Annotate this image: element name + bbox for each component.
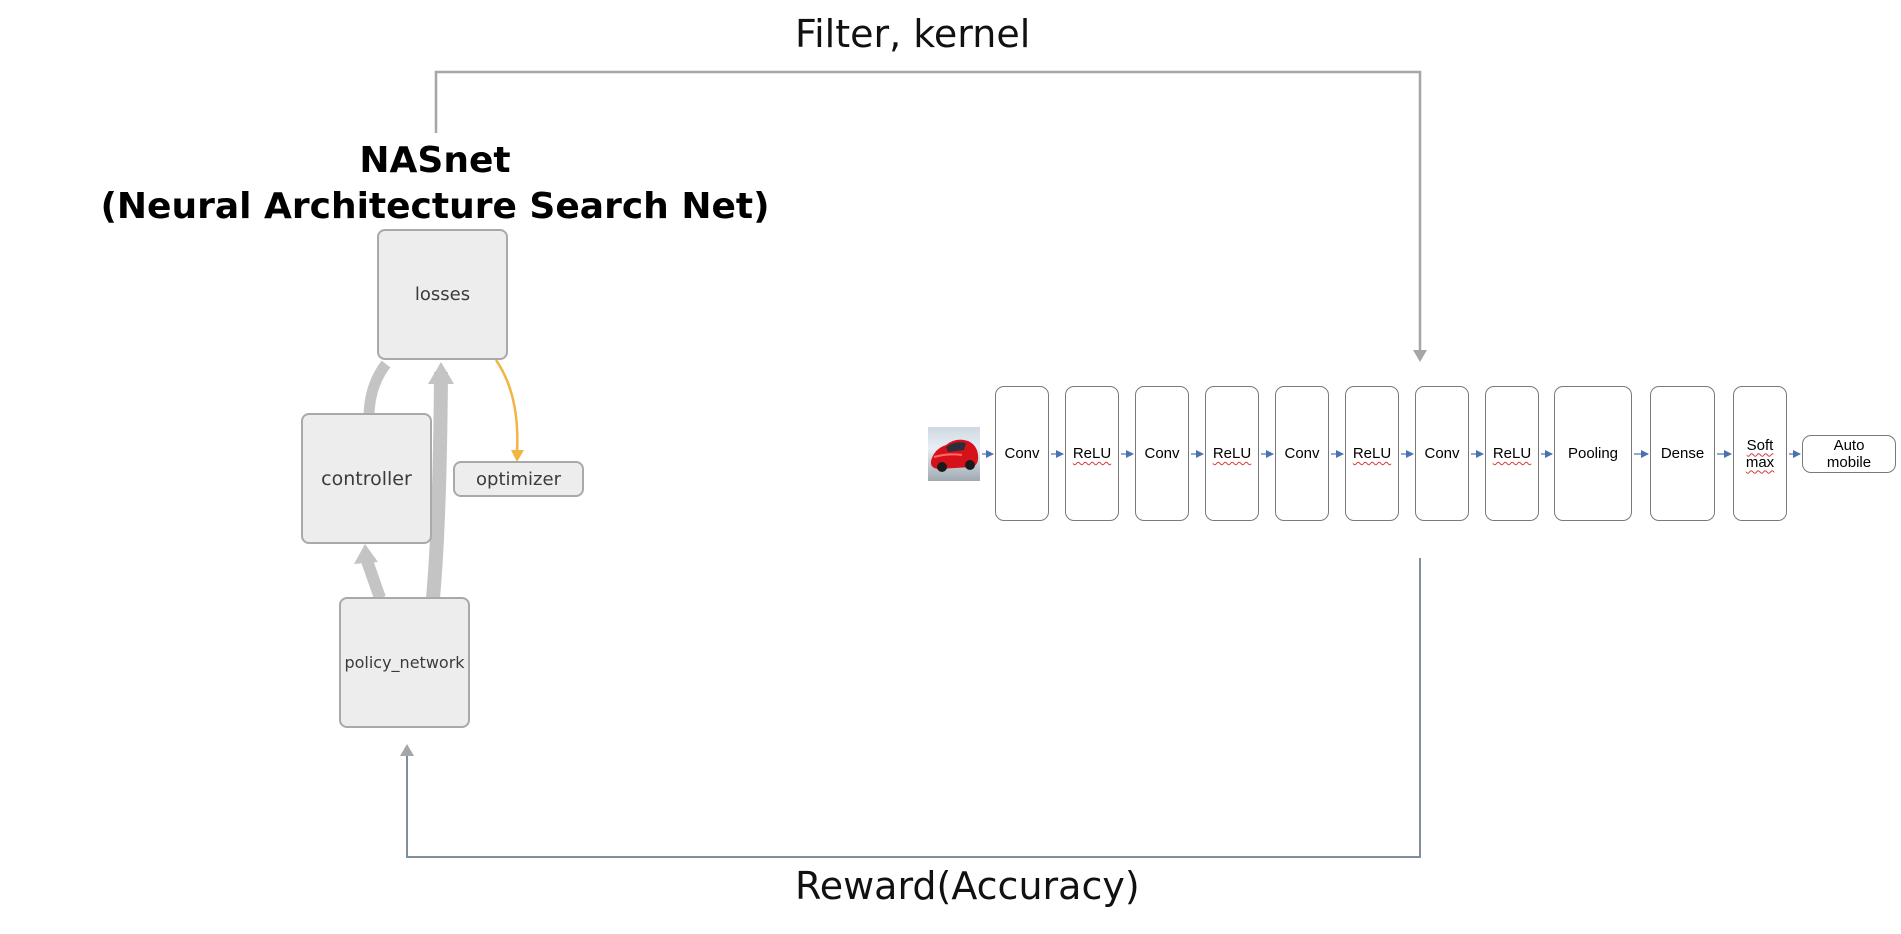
- layer-label: Conv: [1284, 445, 1320, 462]
- controller-to-losses-edge: [363, 360, 391, 415]
- layer-conv-4: Conv: [1415, 386, 1469, 521]
- layer-relu-2: ReLU: [1205, 386, 1259, 521]
- layer-label: Conv: [1424, 445, 1460, 462]
- output-label-1: Auto: [1833, 437, 1865, 454]
- policy-to-losses-edge: [426, 371, 448, 599]
- layer-conv-1: Conv: [995, 386, 1049, 521]
- layer-relu-3: ReLU: [1345, 386, 1399, 521]
- title-line-1: NASnet: [359, 140, 511, 181]
- layer-label: ReLU: [1072, 445, 1112, 462]
- layer-label: Pooling: [1567, 445, 1619, 462]
- policy-network-node-label: policy_network: [344, 653, 465, 672]
- layer-relu-1: ReLU: [1065, 386, 1119, 521]
- layer-label: ReLU: [1492, 445, 1532, 462]
- input-image: [928, 427, 980, 481]
- layer-label: ReLU: [1352, 445, 1392, 462]
- diagram-title: NASnet (Neural Architecture Search Net): [80, 138, 790, 230]
- layer-dense: Dense: [1650, 386, 1715, 521]
- layer-label-2: max: [1745, 453, 1775, 471]
- layer-conv-2: Conv: [1135, 386, 1189, 521]
- layer-softmax: Soft max: [1733, 386, 1787, 521]
- output-label-2: mobile: [1826, 454, 1872, 471]
- layer-label: Dense: [1660, 445, 1705, 462]
- bottom-feedback-line: [406, 558, 1421, 858]
- layer-label: ReLU: [1212, 445, 1252, 462]
- layer-label: Conv: [1004, 445, 1040, 462]
- optimizer-node-label: optimizer: [476, 468, 561, 490]
- optimizer-node: optimizer: [453, 461, 584, 497]
- layer-label-1: Soft: [1746, 436, 1774, 454]
- layer-relu-4: ReLU: [1485, 386, 1539, 521]
- bottom-feedback-arrowhead: [400, 744, 414, 756]
- losses-node: losses: [377, 229, 508, 360]
- title-line-2: (Neural Architecture Search Net): [100, 186, 770, 227]
- output-label-box: Auto mobile: [1802, 435, 1896, 473]
- layer-conv-3: Conv: [1275, 386, 1329, 521]
- car-icon: [930, 439, 979, 472]
- policy-to-controller-arrowhead: [354, 544, 378, 564]
- policy-network-node: policy_network: [339, 597, 470, 728]
- bottom-feedback-label: Reward(Accuracy): [795, 864, 1140, 908]
- controller-node-label: controller: [321, 467, 412, 490]
- policy-to-controller-edge: [360, 556, 386, 600]
- layer-pooling: Pooling: [1554, 386, 1632, 521]
- losses-to-optimizer-edge: [494, 359, 519, 453]
- policy-to-losses-arrowhead: [428, 362, 454, 384]
- top-feedback-label: Filter, kernel: [795, 12, 1031, 56]
- controller-node: controller: [301, 413, 432, 544]
- top-feedback-arrowhead: [1413, 350, 1427, 362]
- layer-label: Conv: [1144, 445, 1180, 462]
- losses-node-label: losses: [414, 284, 471, 305]
